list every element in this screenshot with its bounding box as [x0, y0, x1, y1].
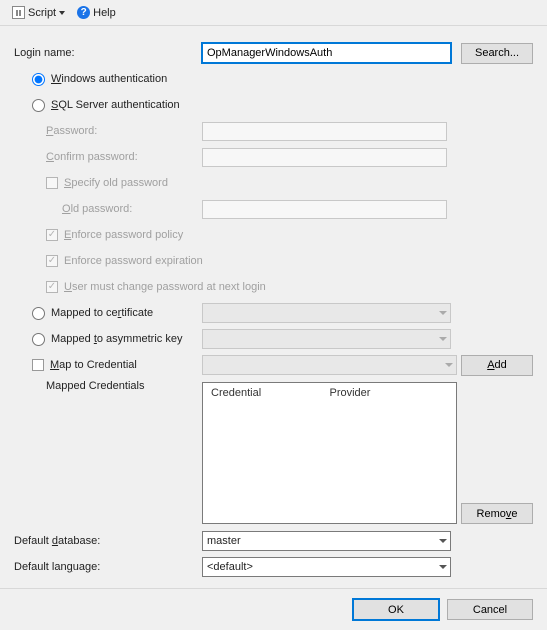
- mapped-certificate-radio[interactable]: Mapped to certificate: [32, 303, 202, 323]
- windows-auth-radio-input[interactable]: [32, 73, 45, 86]
- map-credential-label: Map to Credential: [50, 359, 137, 371]
- mapped-certificate-radio-input[interactable]: [32, 307, 45, 320]
- credential-combo: [202, 355, 457, 375]
- chevron-down-icon: [439, 311, 447, 315]
- confirm-password-input: [202, 148, 447, 167]
- search-button[interactable]: Search...: [461, 43, 533, 64]
- checkbox-icon: [46, 177, 58, 189]
- help-menu[interactable]: ? Help: [73, 4, 120, 21]
- password-label: Password:: [46, 125, 97, 137]
- asymmetric-key-combo: [202, 329, 451, 349]
- sql-auth-radio-input[interactable]: [32, 99, 45, 112]
- cancel-button[interactable]: Cancel: [447, 599, 533, 620]
- password-input: [202, 122, 447, 141]
- map-credential-check[interactable]: Map to Credential: [32, 355, 202, 375]
- toolbar-separator: [0, 25, 547, 26]
- default-database-value: master: [207, 535, 241, 547]
- user-must-change-label: User must change password at next login: [64, 281, 266, 293]
- mapped-key-radio-input[interactable]: [32, 333, 45, 346]
- main-panel: Login name: Search... Windows authentica…: [0, 32, 547, 588]
- sql-auth-radio[interactable]: SQL Server authentication: [32, 95, 180, 115]
- col-provider: Provider: [330, 387, 449, 399]
- chevron-down-icon: [445, 363, 453, 367]
- sql-auth-label: SQL Server authentication: [51, 99, 180, 111]
- chevron-down-icon: [439, 539, 447, 543]
- script-label: Script: [28, 7, 56, 19]
- login-name-label: Login name:: [14, 47, 75, 59]
- old-password-label: Old password:: [62, 203, 132, 215]
- ok-button[interactable]: OK: [353, 599, 439, 620]
- add-button[interactable]: Add: [461, 355, 533, 376]
- default-database-combo[interactable]: master: [202, 531, 451, 551]
- mapped-key-radio[interactable]: Mapped to asymmetric key: [32, 329, 202, 349]
- certificate-combo: [202, 303, 451, 323]
- checkbox-icon: ✓: [46, 255, 58, 267]
- enforce-expiration-label: Enforce password expiration: [64, 255, 203, 267]
- checkbox-icon: ✓: [46, 281, 58, 293]
- specify-old-password-check: Specify old password: [46, 173, 168, 193]
- mapped-credentials-list[interactable]: Credential Provider: [202, 382, 457, 524]
- help-icon: ?: [77, 6, 90, 19]
- toolbar: Script ? Help: [0, 0, 547, 25]
- chevron-down-icon: [439, 565, 447, 569]
- chevron-down-icon: [439, 337, 447, 341]
- windows-auth-radio[interactable]: Windows authentication: [32, 69, 167, 89]
- enforce-expiration-check: ✓ Enforce password expiration: [46, 251, 203, 271]
- checkbox-icon: ✓: [46, 229, 58, 241]
- old-password-input: [202, 200, 447, 219]
- col-credential: Credential: [211, 387, 330, 399]
- confirm-password-label: Confirm password:: [46, 151, 138, 163]
- default-database-label: Default database:: [14, 535, 100, 547]
- specify-old-password-label: Specify old password: [64, 177, 168, 189]
- default-language-combo[interactable]: <default>: [202, 557, 451, 577]
- default-language-label: Default language:: [14, 561, 100, 573]
- default-language-value: <default>: [207, 561, 253, 573]
- user-must-change-check: ✓ User must change password at next logi…: [46, 277, 266, 297]
- enforce-policy-label: Enforce password policy: [64, 229, 183, 241]
- mapped-certificate-label: Mapped to certificate: [51, 307, 153, 319]
- mapped-credentials-header: Credential Provider: [203, 383, 456, 403]
- remove-button[interactable]: Remove: [461, 503, 533, 524]
- chevron-down-icon: [59, 11, 65, 15]
- enforce-policy-check: ✓ Enforce password policy: [46, 225, 183, 245]
- checkbox-icon[interactable]: [32, 359, 44, 371]
- login-name-input[interactable]: [202, 43, 451, 63]
- help-label: Help: [93, 7, 116, 19]
- mapped-key-label: Mapped to asymmetric key: [51, 333, 182, 345]
- script-icon: [12, 6, 25, 19]
- dialog-footer: OK Cancel: [0, 588, 547, 630]
- mapped-credentials-label: Mapped Credentials: [46, 380, 144, 392]
- windows-auth-label: Windows authentication: [51, 73, 167, 85]
- script-menu[interactable]: Script: [8, 4, 69, 21]
